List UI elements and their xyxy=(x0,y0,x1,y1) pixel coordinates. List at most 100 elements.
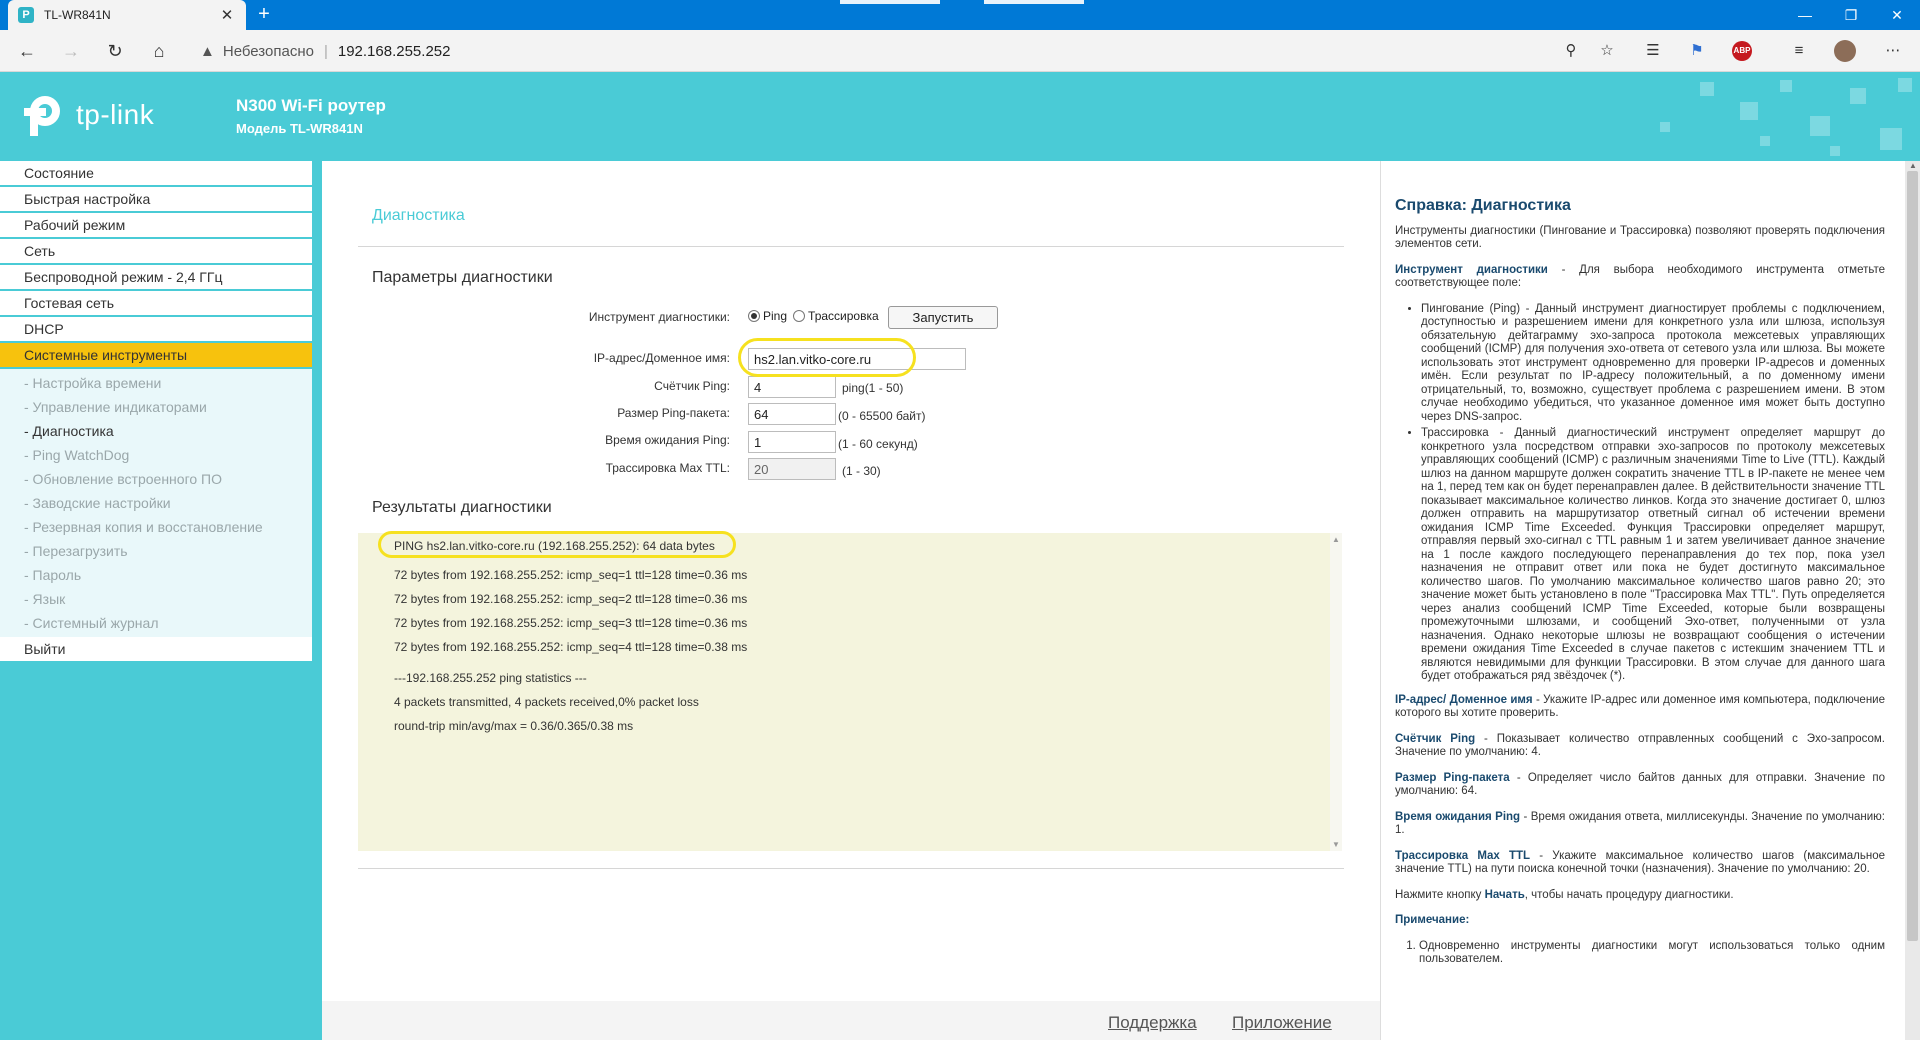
tab-strip-indicator xyxy=(840,0,940,4)
logo-text: tp-link xyxy=(76,99,155,130)
forward-icon[interactable]: → xyxy=(58,38,84,64)
timeout-input[interactable] xyxy=(748,431,836,453)
help-scrollbar-thumb[interactable] xyxy=(1907,171,1918,941)
url-field[interactable]: ▲ Небезопасно | 192.168.255.252 xyxy=(200,36,1630,66)
ping-radio-label[interactable]: Ping xyxy=(763,309,787,323)
warning-icon[interactable]: ▲ xyxy=(200,43,215,60)
submenu-backup-restore[interactable]: - Резервная копия и восстановление xyxy=(0,515,312,539)
timeout-hint: (1 - 60 секунд) xyxy=(838,437,918,451)
help-intro: Инструменты диагностики (Пингование и Тр… xyxy=(1395,224,1885,251)
menu-item-dhcp[interactable]: DHCP xyxy=(0,317,312,343)
result-line: 72 bytes from 192.168.255.252: icmp_seq=… xyxy=(394,568,748,582)
count-label: Счётчик Ping: xyxy=(654,379,730,393)
minimize-icon[interactable]: — xyxy=(1782,0,1828,30)
refresh-icon[interactable]: ↻ xyxy=(102,38,128,64)
scroll-down-icon[interactable]: ▼ xyxy=(1332,840,1340,849)
submenu-system-log[interactable]: - Системный журнал xyxy=(0,611,312,635)
url-separator: | xyxy=(323,42,328,60)
window-controls: — ❐ ✕ xyxy=(1782,0,1920,30)
result-line: ---192.168.255.252 ping statistics --- xyxy=(394,671,587,685)
divider xyxy=(358,868,1344,869)
packet-size-input[interactable] xyxy=(748,403,836,425)
help-note-title: Примечание: xyxy=(1395,914,1470,926)
menu-item-guest-network[interactable]: Гостевая сеть xyxy=(0,291,312,317)
help-size-desc: Размер Ping-пакета - Определяет число ба… xyxy=(1395,771,1885,798)
close-tab-icon[interactable]: ✕ xyxy=(218,6,236,24)
back-icon[interactable]: ← xyxy=(14,38,40,64)
browser-tab[interactable]: P TL-WR841N ✕ xyxy=(8,0,246,30)
tool-label: Инструмент диагностики: xyxy=(588,310,730,324)
help-tool-list: Пингование (Ping) - Данный инструмент ди… xyxy=(1421,303,1885,684)
product-model: Модель TL-WR841N xyxy=(236,121,363,136)
submenu-language[interactable]: - Язык xyxy=(0,587,312,611)
menu-item-system-tools[interactable]: Системные инструменты xyxy=(0,343,312,369)
translate-icon[interactable]: ⚑ xyxy=(1686,40,1708,62)
product-name: N300 Wi-Fi роутер xyxy=(236,96,386,115)
help-timeout-desc: Время ожидания Ping - Время ожидания отв… xyxy=(1395,810,1885,837)
menu-item-status[interactable]: Состояние xyxy=(0,161,312,187)
result-line: 72 bytes from 192.168.255.252: icmp_seq=… xyxy=(394,592,748,606)
support-link[interactable]: Поддержка xyxy=(1108,1013,1197,1033)
page-footer: Поддержка Приложение xyxy=(322,1001,1380,1040)
results-scrollbar[interactable]: ▲ ▼ xyxy=(1330,533,1342,851)
help-tool-desc: Инструмент диагностики - Для выбора необ… xyxy=(1395,263,1885,290)
max-ttl-input[interactable] xyxy=(748,458,836,480)
zoom-icon[interactable]: ⚲ xyxy=(1560,40,1582,62)
menu-item-operation-mode[interactable]: Рабочий режим xyxy=(0,213,312,239)
highlight-circle xyxy=(378,531,736,558)
menu-item-logout[interactable]: Выйти xyxy=(0,637,312,663)
highlight-circle xyxy=(738,338,916,377)
ping-count-input[interactable] xyxy=(748,376,836,398)
avatar[interactable] xyxy=(1834,40,1856,62)
tab-title: TL-WR841N xyxy=(44,8,111,22)
result-line: round-trip min/avg/max = 0.36/0.365/0.38… xyxy=(394,719,634,733)
results-section-title: Результаты диагностики xyxy=(372,499,552,516)
new-tab-icon[interactable]: + xyxy=(252,3,276,27)
submenu-diagnostics[interactable]: - Диагностика xyxy=(0,419,312,443)
adblock-icon[interactable]: ABP xyxy=(1732,41,1752,61)
menu-item-network[interactable]: Сеть xyxy=(0,239,312,265)
help-note-list: Одновременно инструменты диагностики мог… xyxy=(1419,940,1885,967)
collections-icon[interactable]: ☰ xyxy=(1642,40,1664,62)
size-hint: (0 - 65500 байт) xyxy=(838,409,926,423)
submenu-reboot[interactable]: - Перезагрузить xyxy=(0,539,312,563)
more-menu-icon[interactable]: ⋯ xyxy=(1882,40,1904,62)
results-output[interactable]: PING hs2.lan.vitko-core.ru (192.168.255.… xyxy=(358,533,1342,851)
scroll-up-icon[interactable]: ▲ xyxy=(1332,535,1340,544)
menu-item-wireless[interactable]: Беспроводной режим - 2,4 ГГц xyxy=(0,265,312,291)
close-window-icon[interactable]: ✕ xyxy=(1874,0,1920,30)
app-link[interactable]: Приложение xyxy=(1232,1013,1332,1033)
traceroute-radio-label[interactable]: Трассировка xyxy=(808,309,879,323)
submenu-factory-defaults[interactable]: - Заводские настройки xyxy=(0,491,312,515)
help-column: Справка: Диагностика Инструменты диагнос… xyxy=(1380,161,1920,1040)
help-panel: Справка: Диагностика Инструменты диагнос… xyxy=(1380,161,1905,1040)
router-header: tp-link N300 Wi-Fi роутер Модель TL-WR84… xyxy=(0,72,1920,161)
home-icon[interactable]: ⌂ xyxy=(146,38,172,64)
ttl-label: Трассировка Max TTL: xyxy=(605,461,730,475)
menu-item-quick-setup[interactable]: Быстрая настройка xyxy=(0,187,312,213)
url-text[interactable]: 192.168.255.252 xyxy=(338,43,451,60)
submenu-time-settings[interactable]: - Настройка времени xyxy=(0,371,312,395)
start-button[interactable]: Запустить xyxy=(888,306,998,329)
traceroute-radio[interactable] xyxy=(793,310,806,322)
help-trace-item: Трассировка - Данный диагностический инс… xyxy=(1421,427,1885,684)
ip-label: IP-адрес/Доменное имя: xyxy=(593,351,730,365)
help-count-desc: Счётчик Ping - Показывает количество отп… xyxy=(1395,732,1885,759)
submenu-password[interactable]: - Пароль xyxy=(0,563,312,587)
page-title: Диагностика xyxy=(372,207,465,224)
submenu-firmware-upgrade[interactable]: - Обновление встроенного ПО xyxy=(0,467,312,491)
result-line: 72 bytes from 192.168.255.252: icmp_seq=… xyxy=(394,640,748,654)
result-line: 4 packets transmitted, 4 packets receive… xyxy=(394,695,699,709)
help-scroll-up-icon[interactable]: ▲ xyxy=(1909,161,1917,170)
ping-radio[interactable] xyxy=(748,310,760,322)
help-start-desc: Нажмите кнопку Начать, чтобы начать проц… xyxy=(1395,888,1734,901)
restore-icon[interactable]: ❐ xyxy=(1828,0,1874,30)
submenu-ping-watchdog[interactable]: - Ping WatchDog xyxy=(0,443,312,467)
security-label[interactable]: Небезопасно xyxy=(223,43,314,60)
tool-radio-group: Ping Трассировка xyxy=(748,309,879,323)
help-note-item: Одновременно инструменты диагностики мог… xyxy=(1419,940,1885,967)
submenu-led-control[interactable]: - Управление индикаторами xyxy=(0,395,312,419)
help-ttl-desc: Трассировка Max TTL - Укажите максимальн… xyxy=(1395,849,1885,876)
favorites-list-icon[interactable]: ≡ xyxy=(1788,40,1810,62)
favorite-star-icon[interactable]: ☆ xyxy=(1596,40,1618,62)
